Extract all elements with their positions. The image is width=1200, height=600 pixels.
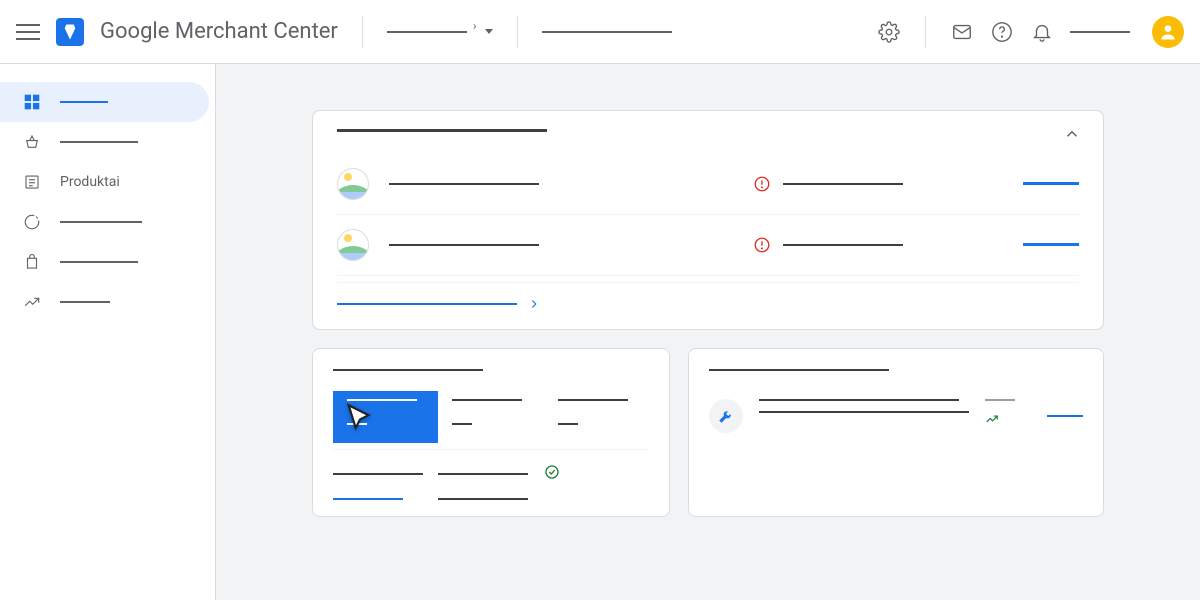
- bag-icon: [22, 252, 42, 272]
- sidebar-item-label: [60, 101, 108, 103]
- dashboard-icon: [22, 92, 42, 112]
- error-icon: [753, 175, 771, 193]
- chevron-up-icon[interactable]: [1063, 125, 1081, 147]
- product-status: [783, 183, 903, 185]
- card-title: [333, 369, 483, 372]
- metrics-card: [312, 348, 670, 518]
- product-thumbnail: [337, 229, 369, 261]
- metric-label: [452, 399, 522, 401]
- trending-icon: [22, 292, 42, 312]
- card-title: [709, 369, 889, 372]
- product-name: [389, 183, 539, 185]
- product-status: [783, 244, 903, 246]
- insight-text: [759, 411, 969, 413]
- error-icon: [753, 236, 771, 254]
- account-selector[interactable]: ›: [387, 25, 493, 39]
- card-title: [337, 129, 547, 132]
- list-icon: [22, 172, 42, 192]
- product-action-link[interactable]: [1023, 182, 1079, 185]
- metric-tile[interactable]: [438, 391, 543, 443]
- product-thumbnail: [337, 168, 369, 200]
- app-header: Google Merchant Center ›: [0, 0, 1200, 64]
- metric-tile-selected[interactable]: [333, 391, 438, 443]
- product-row: [337, 215, 1079, 276]
- sidebar: Produktai: [0, 64, 216, 600]
- sidebar-item-trends[interactable]: [0, 282, 209, 322]
- product-name: [389, 244, 539, 246]
- divider: [362, 16, 363, 48]
- metric-link[interactable]: [333, 498, 403, 500]
- product-row: [337, 154, 1079, 215]
- sidebar-item-overview[interactable]: [0, 82, 209, 122]
- search-input[interactable]: [542, 31, 672, 33]
- product-action-link[interactable]: [1023, 243, 1079, 246]
- products-status-card: [312, 110, 1104, 330]
- main-content: [216, 64, 1200, 600]
- cursor-icon: [343, 401, 377, 435]
- insight-item: [709, 399, 1083, 433]
- progress-icon: [22, 212, 42, 232]
- account-name: [1070, 31, 1130, 33]
- sidebar-item-label: [60, 221, 142, 223]
- help-icon[interactable]: [990, 20, 1014, 44]
- sidebar-item-products[interactable]: Produktai: [0, 162, 209, 202]
- divider: [925, 16, 926, 48]
- metric-summary-row: [333, 490, 649, 500]
- app-title: Google Merchant Center: [100, 19, 338, 44]
- sidebar-item-growth[interactable]: [0, 242, 209, 282]
- insights-card: [688, 348, 1104, 518]
- user-avatar[interactable]: [1152, 16, 1184, 48]
- menu-icon[interactable]: [16, 20, 40, 44]
- insight-link[interactable]: [1047, 415, 1083, 418]
- basket-icon: [22, 132, 42, 152]
- view-all-link[interactable]: [337, 282, 1079, 311]
- mail-icon[interactable]: [950, 20, 974, 44]
- sidebar-item-label: [60, 261, 138, 263]
- metric-value: [452, 423, 472, 425]
- check-icon: [544, 464, 560, 484]
- insight-meta: [985, 399, 1015, 401]
- sidebar-item-shopping[interactable]: [0, 122, 209, 162]
- insight-text: [759, 399, 959, 401]
- notifications-icon[interactable]: [1030, 20, 1054, 44]
- metric-tile[interactable]: [544, 391, 649, 443]
- app-logo: [56, 18, 84, 46]
- sidebar-item-label: [60, 141, 138, 143]
- wrench-icon: [709, 399, 743, 433]
- metric-value: [558, 423, 578, 425]
- settings-icon[interactable]: [877, 20, 901, 44]
- trend-up-icon: [985, 411, 999, 430]
- sidebar-item-performance[interactable]: [0, 202, 209, 242]
- metric-label: [558, 399, 628, 401]
- divider: [517, 16, 518, 48]
- sidebar-item-label: Produktai: [60, 174, 120, 190]
- metric-summary-row: [333, 449, 649, 484]
- sidebar-item-label: [60, 301, 110, 303]
